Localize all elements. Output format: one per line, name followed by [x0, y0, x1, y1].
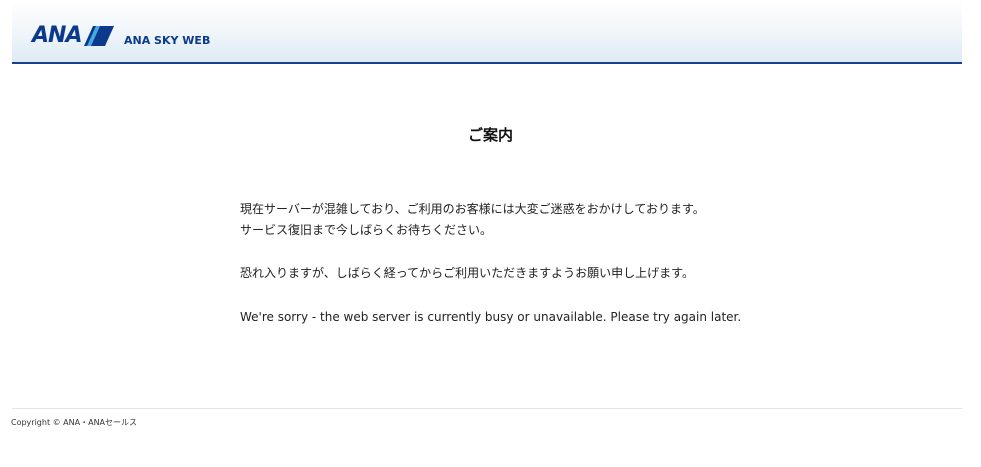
notice-line-english: We're sorry - the web server is currentl…	[240, 310, 742, 324]
ana-logo[interactable]: ANA	[32, 23, 115, 48]
notice-line-3: 恐れ入りますが、しばらく経ってからご利用いただきますようお願い申し上げます。	[240, 266, 694, 280]
logo-text: ANA	[32, 23, 82, 48]
page-title: ご案内	[467, 126, 513, 144]
notice-line-1: 現在サーバーが混雑しており、ご利用のお客様には大変ご迷惑をおかけしております。	[240, 202, 705, 216]
site-header: ANA ANA SKY WEB	[12, 0, 962, 64]
page: ANA ANA SKY WEB ご案内 現在サーバーが混雑しており、ご利用のお客…	[0, 0, 981, 467]
notice-line-2: サービス復旧まで今しばらくお待ちください。	[240, 223, 493, 237]
copyright-text: Copyright © ANA・ANAセールス	[11, 418, 138, 427]
site-name[interactable]: ANA SKY WEB	[124, 34, 210, 47]
notice-content: 現在サーバーが混雑しており、ご利用のお客様には大変ご迷惑をおかけしております。 …	[240, 199, 860, 328]
ana-wing-stripes-icon	[84, 26, 115, 46]
footer-divider	[12, 408, 962, 409]
